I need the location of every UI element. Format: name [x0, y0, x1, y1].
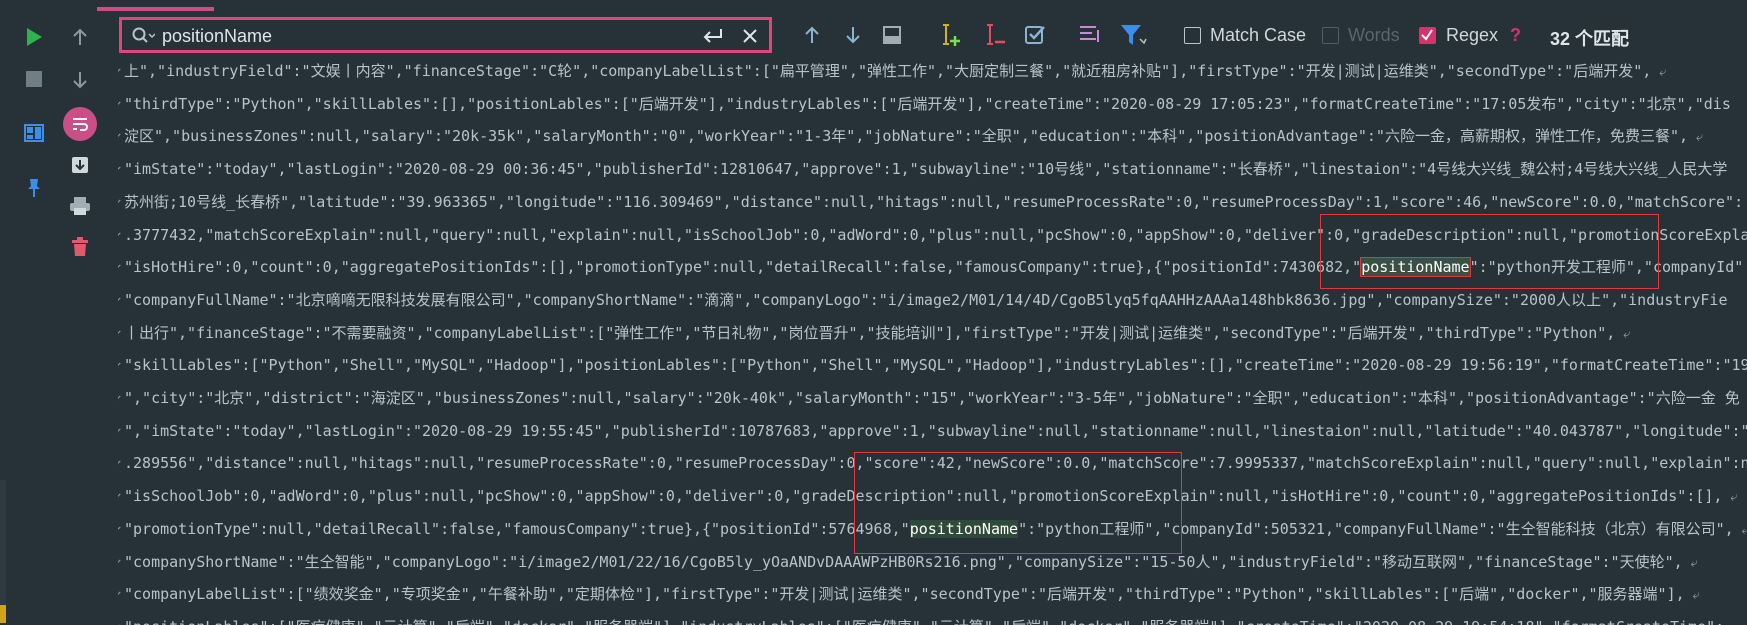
- search-input[interactable]: [162, 26, 682, 46]
- soft-wrap-start-icon: ↙: [118, 614, 123, 625]
- soft-wrap-end-icon: ⤶: [1722, 490, 1738, 506]
- search-icon[interactable]: [131, 25, 155, 47]
- soft-wrap-start-icon: ↙: [118, 320, 123, 346]
- pin-icon[interactable]: [21, 175, 47, 201]
- down-icon[interactable]: [67, 67, 93, 93]
- soft-wrap-end-icon: ⤶: [1615, 326, 1631, 342]
- run-icon[interactable]: [21, 24, 47, 50]
- code-line-text: "thirdType":"Python","skillLables":[],"p…: [124, 94, 1731, 113]
- soft-wrap-start-icon: ↙: [118, 581, 123, 607]
- match-case-label[interactable]: Match Case: [1210, 25, 1306, 46]
- soft-wrap-start-icon: ↙: [118, 58, 123, 84]
- annotation-box-1: [1320, 214, 1659, 289]
- words-checkbox[interactable]: [1322, 27, 1339, 44]
- soft-wrap-end-icon: ⤶: [1682, 555, 1698, 571]
- words-label[interactable]: Words: [1348, 25, 1400, 46]
- soft-wrap-end-icon: ⤶: [1741, 522, 1747, 538]
- soft-wrap-start-icon: ↙: [118, 352, 123, 378]
- code-line-text: 苏州街;10号线_长春桥","latitude":"39.963365","lo…: [124, 192, 1744, 211]
- code-line-text: "companyFullName":"北京嘀嘀无限科技发展有限公司","comp…: [124, 290, 1728, 309]
- newline-icon[interactable]: [700, 25, 724, 47]
- soft-wrap-end-icon: ⤶: [1740, 392, 1747, 407]
- code-line: ↙"companyLabelList":["绩效奖金","专项奖金","午餐补助…: [118, 581, 1700, 607]
- code-line-text: ","imState":"today","lastLogin":"2020-08…: [124, 421, 1747, 440]
- search-in-selection-icon[interactable]: [880, 23, 904, 47]
- code-line-text: ","city":"北京","district":"海淀区","business…: [124, 389, 1740, 407]
- soft-wrap-start-icon: ↙: [118, 483, 123, 509]
- code-line: ↙"imState":"today","lastLogin":"2020-08-…: [118, 156, 1727, 182]
- active-tab-indicator: [97, 7, 214, 11]
- left-scrollbar[interactable]: [0, 480, 6, 620]
- import-icon[interactable]: [67, 152, 93, 178]
- soft-wrap-end-icon: ⤶: [1684, 588, 1700, 604]
- delete-icon[interactable]: [67, 234, 93, 260]
- left-scrollbar-thumb[interactable]: [0, 605, 6, 623]
- add-occurrence-icon[interactable]: [936, 21, 964, 49]
- code-line: ↙丨出行","financeStage":"不需要融资","companyLab…: [118, 320, 1630, 346]
- code-line: ↙"positionLables":["医疗健康","云计算","后端","do…: [118, 614, 1724, 625]
- soft-wrap-start-icon: ↙: [118, 91, 123, 117]
- code-line-text: "positionLables":["医疗健康","云计算","后端","doc…: [124, 618, 1724, 625]
- soft-wrap-start-icon: ↙: [118, 222, 123, 248]
- close-icon[interactable]: [740, 26, 760, 46]
- remove-occurrence-icon[interactable]: [980, 21, 1008, 49]
- regex-label[interactable]: Regex: [1446, 25, 1498, 46]
- code-line: ↙","city":"北京","district":"海淀区","busines…: [118, 385, 1747, 411]
- code-line-text: "companyShortName":"生仝智能","companyLogo":…: [124, 552, 1683, 571]
- soft-wrap-end-icon: ⤶: [1743, 196, 1747, 211]
- code-line: ↙"skillLables":["Python","Shell","MySQL"…: [118, 352, 1747, 378]
- soft-wrap-start-icon: ↙: [118, 385, 123, 411]
- code-line: ↙淀区","businessZones":null,"salary":"20k-…: [118, 123, 1703, 149]
- code-line-text: "skillLables":["Python","Shell","MySQL",…: [124, 356, 1747, 375]
- next-occurrence-icon[interactable]: [841, 23, 865, 47]
- filter-options-icon[interactable]: [1076, 21, 1104, 49]
- select-all-occurrences-icon[interactable]: [1022, 21, 1050, 49]
- soft-wrap-start-icon: ↙: [118, 156, 123, 182]
- soft-wrap-start-icon: ↙: [118, 254, 123, 280]
- code-line-text: 丨出行","financeStage":"不需要融资","companyLabe…: [124, 323, 1616, 342]
- soft-wrap-start-icon: ↙: [118, 123, 123, 149]
- code-line: ↙苏州街;10号线_长春桥","latitude":"39.963365","l…: [118, 189, 1747, 215]
- code-line: ↙","imState":"today","lastLogin":"2020-0…: [118, 418, 1747, 444]
- up-icon[interactable]: [67, 24, 93, 50]
- filter-icon[interactable]: [1118, 21, 1148, 49]
- regex-help-link[interactable]: ?: [1510, 25, 1521, 46]
- soft-wrap-icon[interactable]: [63, 107, 97, 141]
- stop-icon[interactable]: [21, 66, 47, 92]
- left-toolbar: [0, 0, 105, 625]
- code-line-text: 淀区","businessZones":null,"salary":"20k-3…: [124, 127, 1689, 146]
- code-line: ↙"companyFullName":"北京嘀嘀无限科技发展有限公司","com…: [118, 287, 1728, 313]
- code-line-text: 上","industryField":"文娱丨内容","financeStage…: [124, 62, 1652, 80]
- match-count: 32 个匹配: [1550, 29, 1630, 49]
- soft-wrap-start-icon: ↙: [118, 516, 123, 542]
- soft-wrap-start-icon: ↙: [118, 418, 123, 444]
- soft-wrap-start-icon: ↙: [118, 287, 123, 313]
- annotation-box-2: [854, 452, 1182, 554]
- soft-wrap-start-icon: ↙: [118, 450, 123, 476]
- soft-wrap-end-icon: ⤶: [1743, 261, 1747, 276]
- code-line: ↙"thirdType":"Python","skillLables":[],"…: [118, 91, 1731, 117]
- search-box[interactable]: [119, 17, 772, 53]
- match-case-checkbox[interactable]: [1184, 27, 1201, 44]
- code-line-text: "companyLabelList":["绩效奖金","专项奖金","午餐补助"…: [124, 585, 1685, 604]
- soft-wrap-start-icon: ↙: [118, 189, 123, 215]
- soft-wrap-start-icon: ↙: [118, 549, 123, 575]
- soft-wrap-end-icon: ⤶: [1651, 65, 1667, 80]
- layout-icon[interactable]: [21, 120, 47, 146]
- previous-occurrence-icon[interactable]: [800, 23, 824, 47]
- regex-checkbox[interactable]: [1419, 27, 1436, 44]
- code-line: ↙上","industryField":"文娱丨内容","financeStag…: [118, 58, 1666, 84]
- soft-wrap-end-icon: ⤶: [1688, 130, 1704, 146]
- code-line-text: "imState":"today","lastLogin":"2020-08-2…: [124, 160, 1728, 179]
- print-icon[interactable]: [67, 193, 93, 219]
